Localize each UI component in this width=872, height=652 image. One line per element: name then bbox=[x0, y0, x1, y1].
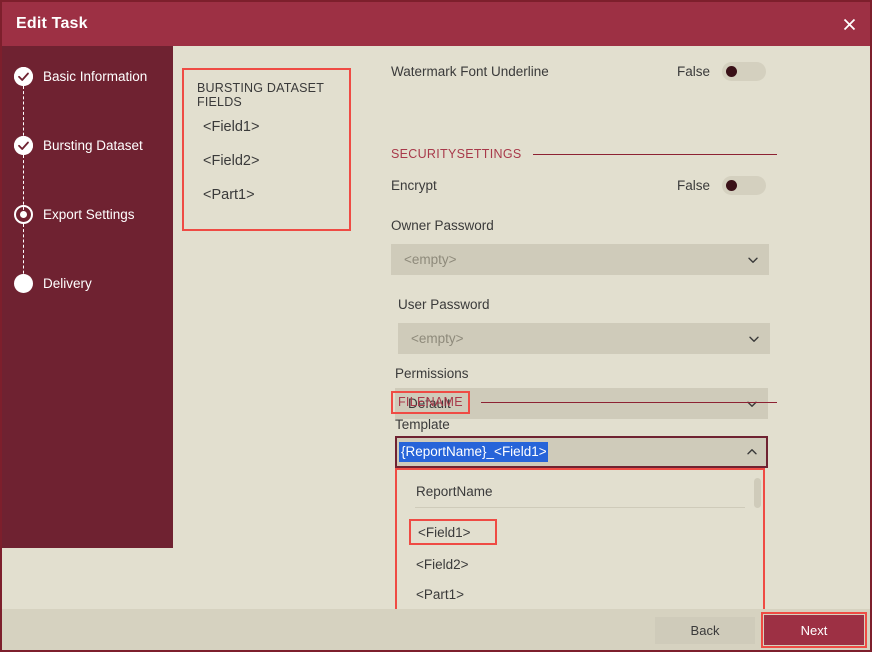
user-password-value: <empty> bbox=[411, 331, 748, 346]
list-item[interactable]: <Part1> bbox=[203, 187, 255, 203]
sidebar-item-label: Bursting Dataset bbox=[43, 138, 143, 153]
close-glyph bbox=[843, 18, 856, 31]
back-button[interactable]: Back bbox=[655, 617, 755, 644]
sidebar-item-bursting-dataset[interactable]: Bursting Dataset bbox=[14, 133, 143, 157]
dot-circle-icon bbox=[14, 274, 33, 293]
list-item[interactable]: <Field2> bbox=[397, 549, 763, 579]
list-item[interactable]: <Part1> bbox=[397, 579, 763, 609]
filename-section-header: FILENAME bbox=[391, 391, 777, 414]
list-item[interactable]: <Field2> bbox=[203, 153, 259, 169]
chevron-down-icon bbox=[748, 333, 760, 345]
watermark-font-underline-label: Watermark Font Underline bbox=[391, 64, 549, 79]
close-icon[interactable] bbox=[828, 2, 870, 46]
owner-password-value: <empty> bbox=[404, 252, 747, 267]
user-password-label: User Password bbox=[398, 297, 490, 312]
user-password-select[interactable]: <empty> bbox=[398, 323, 770, 354]
fields-panel-title: BURSTING DATASET FIELDS bbox=[197, 81, 349, 109]
encrypt-value: False bbox=[677, 178, 710, 193]
template-label: Template bbox=[395, 417, 450, 432]
owner-password-label: Owner Password bbox=[391, 218, 494, 233]
check-glyph bbox=[14, 67, 33, 86]
sidebar-item-export-settings[interactable]: Export Settings bbox=[14, 202, 135, 226]
filename-template-combobox[interactable]: {ReportName}_<Field1> bbox=[395, 436, 768, 468]
export-settings-panel: Watermark Font Underline False SECURITYS… bbox=[382, 46, 872, 613]
dropdown-scrollbar[interactable] bbox=[754, 478, 761, 508]
bursting-dataset-fields-panel: BURSTING DATASET FIELDS <Field1> <Field2… bbox=[182, 68, 351, 231]
list-item[interactable]: ReportName bbox=[397, 476, 763, 506]
list-item[interactable]: <Field1> bbox=[409, 519, 497, 545]
check-circle-icon bbox=[14, 67, 33, 86]
sidebar-item-basic-information[interactable]: Basic Information bbox=[14, 64, 147, 88]
watermark-font-underline-toggle[interactable] bbox=[722, 62, 766, 81]
wizard-stepper: Basic Information Bursting Dataset Expor… bbox=[2, 46, 173, 548]
check-glyph bbox=[14, 136, 33, 155]
watermark-font-underline-value: False bbox=[677, 64, 710, 79]
next-button-highlight: Next bbox=[761, 612, 867, 648]
section-label: FILENAME bbox=[391, 391, 470, 414]
title-bar: Edit Task bbox=[2, 2, 870, 46]
page-title: Edit Task bbox=[2, 15, 88, 33]
chevron-up-icon[interactable] bbox=[746, 446, 758, 458]
list-item[interactable]: <Field1> bbox=[203, 119, 259, 135]
sidebar-item-label: Export Settings bbox=[43, 207, 135, 222]
next-button[interactable]: Next bbox=[764, 615, 864, 645]
filename-template-value: {ReportName}_<Field1> bbox=[399, 442, 548, 462]
filename-template-dropdown[interactable]: ReportName <Field1> <Field2> <Part1> bbox=[395, 468, 765, 620]
check-circle-icon bbox=[14, 136, 33, 155]
divider bbox=[415, 507, 745, 508]
chevron-down-icon bbox=[747, 254, 759, 266]
sidebar-item-label: Basic Information bbox=[43, 69, 147, 84]
owner-password-select[interactable]: <empty> bbox=[391, 244, 769, 275]
encrypt-label: Encrypt bbox=[391, 178, 437, 193]
edit-task-dialog: Edit Task Basic Information bbox=[0, 0, 872, 652]
section-divider bbox=[533, 154, 777, 155]
radio-selected-icon bbox=[14, 205, 33, 224]
security-settings-section-header: SECURITYSETTINGS bbox=[391, 147, 777, 161]
sidebar-item-delivery[interactable]: Delivery bbox=[14, 271, 92, 295]
permissions-label: Permissions bbox=[395, 366, 469, 381]
section-divider bbox=[481, 402, 777, 403]
section-label: SECURITYSETTINGS bbox=[391, 147, 522, 161]
sidebar-item-label: Delivery bbox=[43, 276, 92, 291]
dialog-footer: Back Next bbox=[2, 609, 870, 650]
encrypt-toggle[interactable] bbox=[722, 176, 766, 195]
toggle-knob bbox=[726, 66, 737, 77]
toggle-knob bbox=[726, 180, 737, 191]
